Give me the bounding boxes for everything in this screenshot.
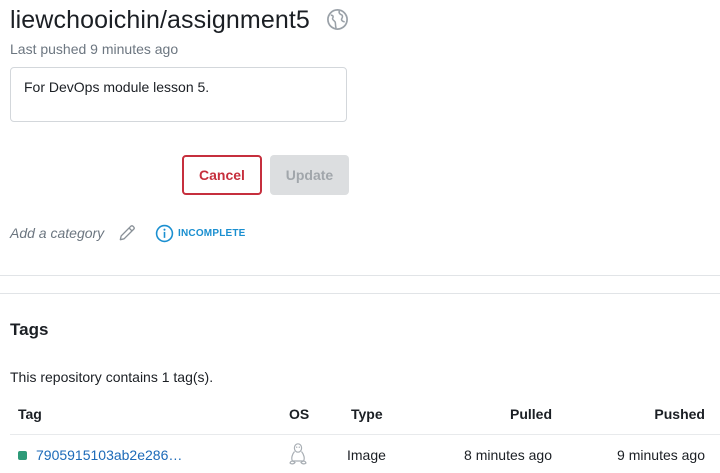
cancel-button[interactable]: Cancel xyxy=(182,155,262,195)
globe-icon xyxy=(327,9,348,30)
column-header-pulled: Pulled xyxy=(509,406,552,422)
pencil-icon[interactable] xyxy=(117,223,137,243)
column-header-pushed: Pushed xyxy=(654,406,705,422)
tag-pushed: 9 minutes ago xyxy=(617,447,705,463)
linux-icon xyxy=(289,443,307,465)
tag-pulled: 8 minutes ago xyxy=(464,447,552,463)
tag-status-dot xyxy=(18,451,27,460)
tag-type: Image xyxy=(347,447,386,463)
table-divider xyxy=(10,434,720,435)
column-header-os: OS xyxy=(289,406,310,422)
update-button[interactable]: Update xyxy=(270,155,349,195)
divider xyxy=(0,275,720,276)
status-badge: INCOMPLETE xyxy=(178,228,246,239)
description-input[interactable]: For DevOps module lesson 5. xyxy=(10,67,347,122)
info-icon xyxy=(155,224,174,243)
last-pushed-text: Last pushed 9 minutes ago xyxy=(10,41,179,57)
tag-link[interactable]: 7905915103ab2e286… xyxy=(36,446,182,464)
repo-title: liewchooichin/assignment5 xyxy=(10,6,310,34)
tags-heading: Tags xyxy=(10,320,49,339)
tag-count-text: This repository contains 1 tag(s). xyxy=(10,369,214,385)
description-text: For DevOps module lesson 5. xyxy=(24,79,210,95)
column-header-tag: Tag xyxy=(18,406,42,422)
divider xyxy=(0,293,720,294)
column-header-type: Type xyxy=(351,406,383,422)
add-category-link[interactable]: Add a category xyxy=(10,224,104,242)
